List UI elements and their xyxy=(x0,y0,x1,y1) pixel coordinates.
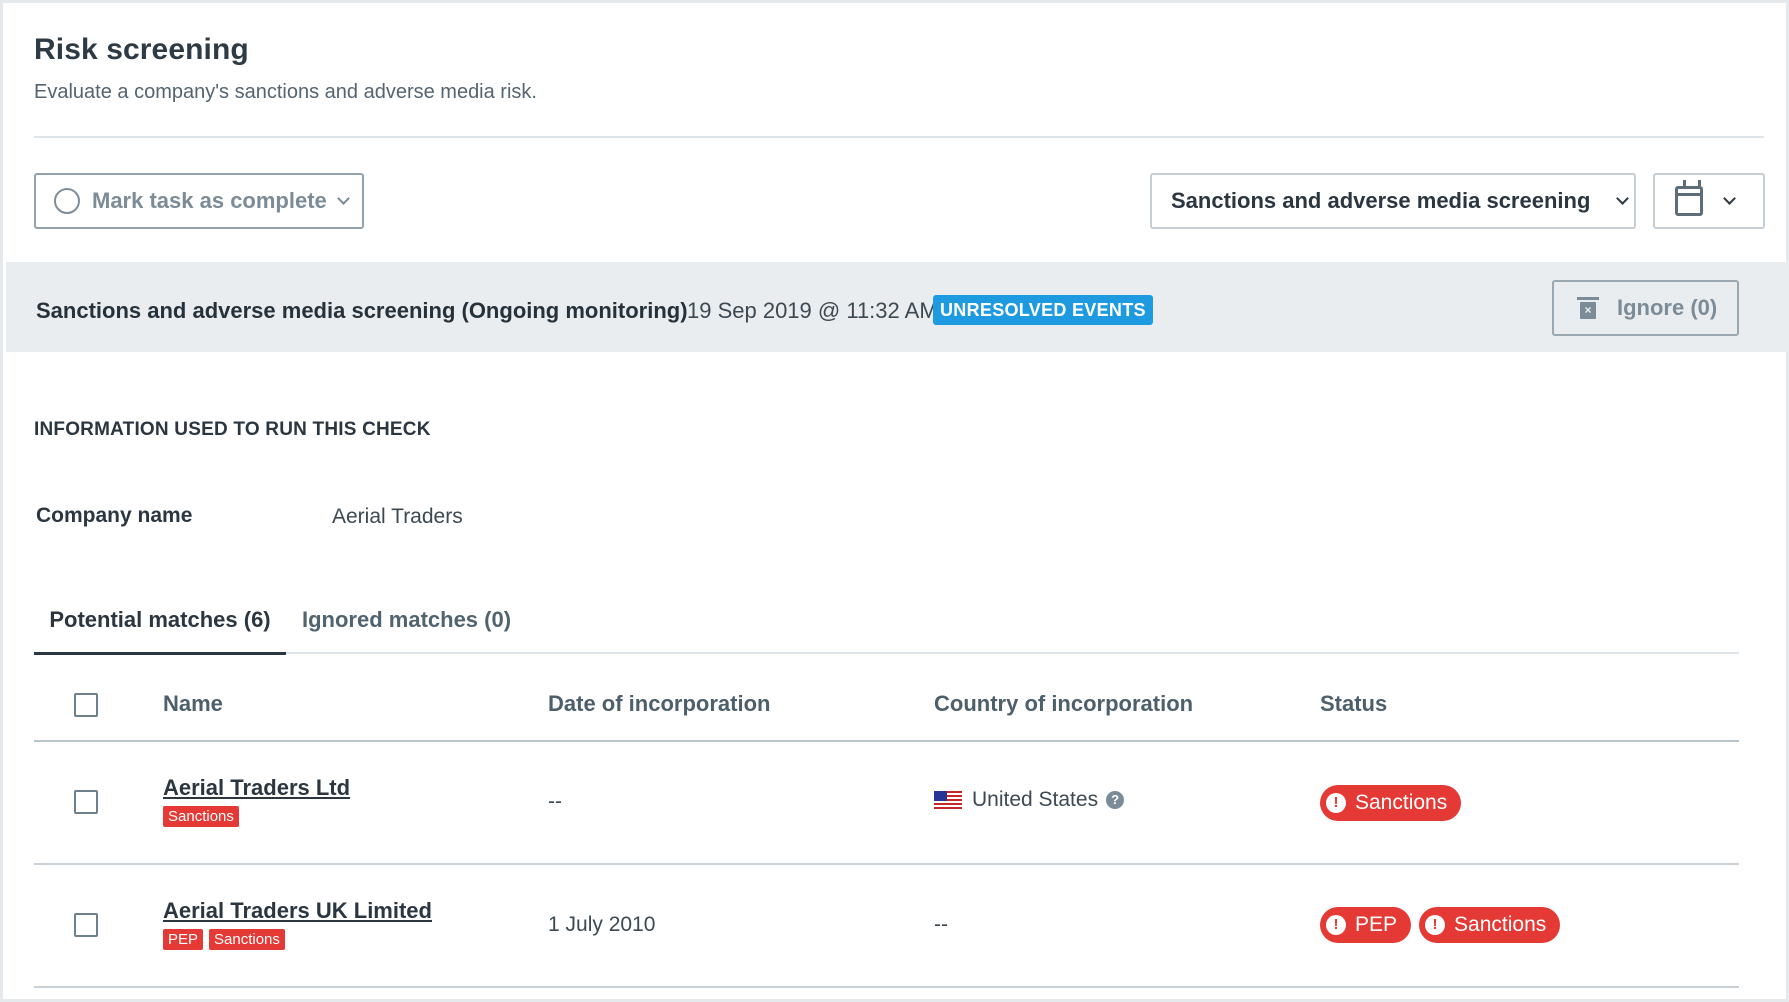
screening-type-label: Sanctions and adverse media screening xyxy=(1171,188,1591,213)
risk-screening-panel: Risk screening Evaluate a company's sanc… xyxy=(0,0,1789,1002)
country-of-incorporation: -- xyxy=(934,913,948,936)
exclamation-icon: ! xyxy=(1425,915,1446,935)
table-header: Name Date of incorporation Country of in… xyxy=(34,665,1739,742)
header-divider xyxy=(34,136,1764,138)
match-name-link[interactable]: Aerial Traders UK Limited xyxy=(163,898,432,924)
tag-sanctions: Sanctions xyxy=(209,929,285,950)
row-checkbox[interactable] xyxy=(74,790,98,814)
date-of-incorporation: -- xyxy=(548,790,562,813)
section-heading: INFORMATION USED TO RUN THIS CHECK xyxy=(34,419,431,440)
match-tags: Sanctions xyxy=(163,806,239,827)
status-pills: ! PEP ! Sanctions xyxy=(1320,907,1561,943)
status-pill-label: Sanctions xyxy=(1454,913,1547,936)
country-name: United States xyxy=(972,788,1099,811)
match-tags: PEP Sanctions xyxy=(163,929,285,950)
table-row: Aerial Traders Ltd Sanctions -- United S… xyxy=(34,742,1739,865)
company-name-label: Company name xyxy=(36,504,193,527)
table-row: Aerial Traders UK Limited PEP Sanctions … xyxy=(34,865,1739,988)
status-pills: ! Sanctions xyxy=(1320,785,1462,821)
page-subtitle: Evaluate a company's sanctions and adver… xyxy=(34,81,537,103)
us-flag-icon xyxy=(934,791,962,809)
date-of-incorporation: 1 July 2010 xyxy=(548,913,656,936)
page-title: Risk screening xyxy=(34,33,249,66)
tab-potential-matches[interactable]: Potential matches (6) xyxy=(34,607,286,655)
column-header-date: Date of incorporation xyxy=(548,691,771,716)
chevron-down-icon xyxy=(336,191,350,205)
exclamation-icon: ! xyxy=(1326,793,1346,813)
status-pill-label: Sanctions xyxy=(1355,791,1448,814)
country-of-incorporation: United States ? xyxy=(934,788,1125,812)
select-all-checkbox[interactable] xyxy=(74,693,98,717)
company-name-value: Aerial Traders xyxy=(332,505,463,528)
tag-sanctions: Sanctions xyxy=(163,806,239,827)
matches-table: Name Date of incorporation Country of in… xyxy=(34,665,1739,988)
status-pill-pep: ! PEP xyxy=(1320,907,1412,943)
column-header-status: Status xyxy=(1320,691,1388,716)
chevron-down-icon xyxy=(1723,191,1736,205)
column-header-name: Name xyxy=(163,691,223,716)
chevron-down-icon xyxy=(1616,191,1630,205)
trash-icon: × xyxy=(1577,297,1599,319)
status-pill-label: PEP xyxy=(1355,913,1398,936)
ignore-label: Ignore (0) xyxy=(1617,295,1718,320)
tab-ignored-matches[interactable]: Ignored matches (0) xyxy=(302,607,511,654)
page-header: Risk screening Evaluate a company's sanc… xyxy=(34,33,537,104)
exclamation-icon: ! xyxy=(1326,915,1346,935)
status-pill-sanctions: ! Sanctions xyxy=(1320,785,1462,821)
check-datetime: 19 Sep 2019 @ 11:32 AM xyxy=(687,298,938,323)
screening-type-select[interactable]: Sanctions and adverse media screening xyxy=(1150,173,1636,229)
check-title: Sanctions and adverse media screening (O… xyxy=(36,298,688,323)
ignore-button[interactable]: × Ignore (0) xyxy=(1552,280,1739,336)
status-pill-sanctions: ! Sanctions xyxy=(1419,907,1561,943)
matches-tabs: Potential matches (6) Ignored matches (0… xyxy=(34,607,1739,655)
mark-task-complete-button[interactable]: Mark task as complete xyxy=(34,173,364,229)
column-header-country: Country of incorporation xyxy=(934,691,1194,716)
row-checkbox[interactable] xyxy=(74,913,98,937)
circle-icon xyxy=(54,188,80,214)
match-name-link[interactable]: Aerial Traders Ltd xyxy=(163,775,350,801)
check-summary-bar: Sanctions and adverse media screening (O… xyxy=(6,262,1789,352)
date-picker-button[interactable] xyxy=(1653,173,1765,229)
unresolved-events-badge: UNRESOLVED EVENTS xyxy=(933,295,1153,325)
calendar-icon xyxy=(1675,180,1703,216)
question-icon[interactable]: ? xyxy=(1106,791,1125,809)
tag-pep: PEP xyxy=(163,929,204,950)
mark-task-complete-label: Mark task as complete xyxy=(92,188,327,213)
